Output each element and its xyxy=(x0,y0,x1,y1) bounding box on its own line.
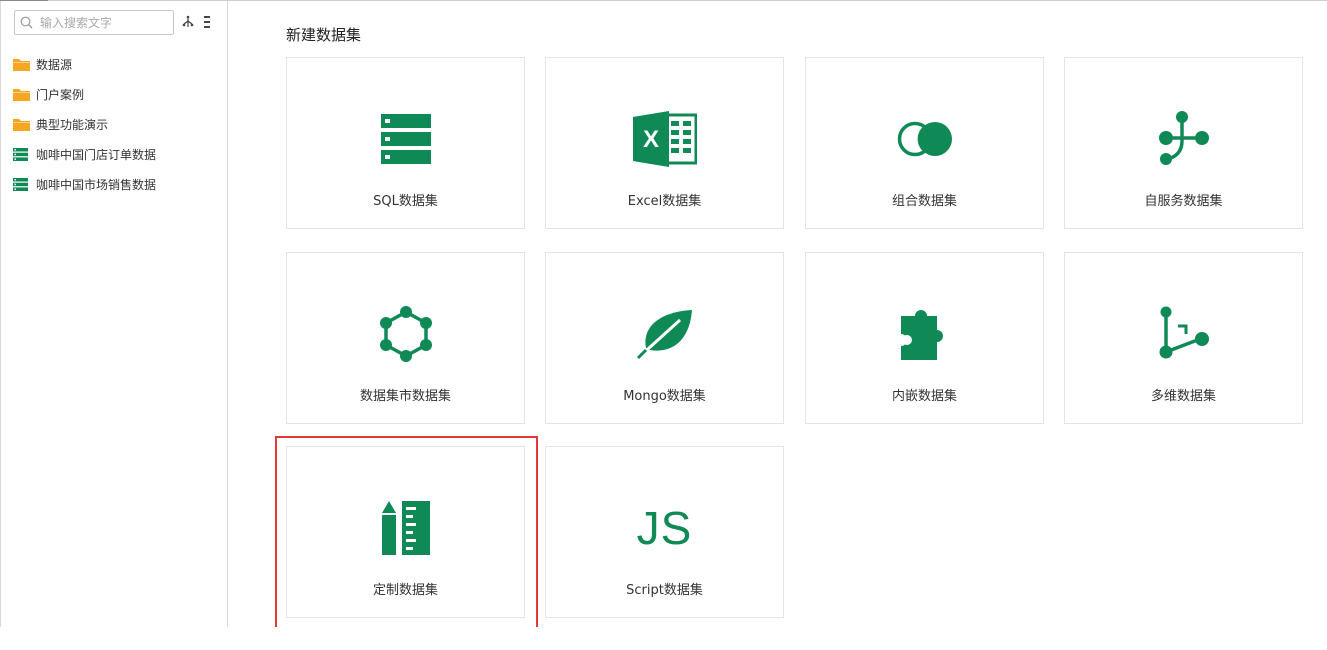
js-icon: JS xyxy=(636,502,693,554)
folder-icon xyxy=(13,88,30,101)
dataset-icon xyxy=(13,177,30,191)
card-data-mart-dataset[interactable]: 数据集市数据集 xyxy=(286,252,525,424)
card-script-dataset[interactable]: JS Script数据集 xyxy=(545,446,784,618)
tree-item-feature-demo[interactable]: 典型功能演示 xyxy=(13,109,223,139)
card-label: 数据集市数据集 xyxy=(359,389,451,404)
card-mongo-dataset[interactable]: Mongo数据集 xyxy=(545,252,784,424)
card-label: Mongo数据集 xyxy=(623,389,706,404)
tree-item-coffee-market-sales[interactable]: 咖啡中国市场销售数据 xyxy=(13,169,223,199)
leaf-icon xyxy=(636,310,692,360)
card-combined-dataset[interactable]: 组合数据集 xyxy=(805,57,1044,229)
tree-item-coffee-store-orders[interactable]: 咖啡中国门店订单数据 xyxy=(13,139,223,169)
self-service-tree-icon xyxy=(1158,111,1209,165)
folder-icon xyxy=(13,118,30,131)
tree-item-label: 数据源 xyxy=(36,57,73,72)
sql-table-icon xyxy=(380,114,431,164)
tree-item-portal-cases[interactable]: 门户案例 xyxy=(13,79,223,109)
multidim-nodes-icon xyxy=(1159,306,1209,359)
card-label: 自服务数据集 xyxy=(1144,194,1223,209)
search-icon xyxy=(20,16,33,29)
card-custom-dataset[interactable]: 定制数据集 xyxy=(286,446,525,618)
tree-item-data-source[interactable]: 数据源 xyxy=(13,49,223,79)
card-label: Script数据集 xyxy=(626,583,703,598)
card-label: 定制数据集 xyxy=(372,583,438,598)
tree-item-label: 典型功能演示 xyxy=(36,117,109,132)
card-multidim-dataset[interactable]: 多维数据集 xyxy=(1064,252,1303,424)
card-excel-dataset[interactable]: X Excel数据集 xyxy=(545,57,784,229)
page-title: 新建数据集 xyxy=(286,26,362,44)
tree-sort-icon[interactable] xyxy=(180,13,196,31)
card-embedded-dataset[interactable]: 内嵌数据集 xyxy=(805,252,1044,424)
sidebar: 数据源 门户案例 典型功能演示 咖啡中国门店订单数据 咖啡中国市场销售数据 xyxy=(0,1,228,627)
card-label: SQL数据集 xyxy=(373,194,438,209)
tree-item-label: 咖啡中国市场销售数据 xyxy=(36,177,157,192)
card-sql-dataset[interactable]: SQL数据集 xyxy=(286,57,525,229)
card-label: 组合数据集 xyxy=(891,194,957,209)
tree-item-label: 门户案例 xyxy=(36,87,85,102)
puzzle-icon xyxy=(900,310,943,360)
combine-circles-icon xyxy=(897,121,952,157)
excel-icon: X xyxy=(632,111,697,167)
folder-icon xyxy=(13,58,30,71)
svg-text:X: X xyxy=(642,126,658,153)
dataset-icon xyxy=(13,147,30,161)
search-box[interactable] xyxy=(14,10,174,35)
card-label: 多维数据集 xyxy=(1150,389,1216,404)
pencil-ruler-icon xyxy=(381,501,430,555)
card-self-service-dataset[interactable]: 自服务数据集 xyxy=(1064,57,1303,229)
menu-icon[interactable] xyxy=(199,13,215,31)
card-label: Excel数据集 xyxy=(627,194,702,209)
card-label: 内嵌数据集 xyxy=(891,389,957,404)
search-input[interactable] xyxy=(38,14,170,31)
tree-item-label: 咖啡中国门店订单数据 xyxy=(36,147,157,162)
hexagon-nodes-icon xyxy=(379,306,432,362)
resource-tree: 数据源 门户案例 典型功能演示 咖啡中国门店订单数据 咖啡中国市场销售数据 xyxy=(13,49,223,199)
bottom-strip xyxy=(0,627,1327,650)
